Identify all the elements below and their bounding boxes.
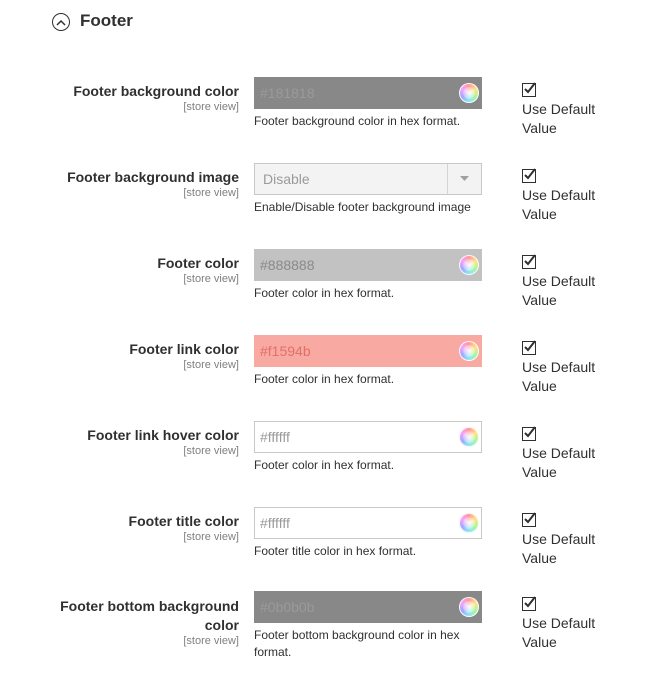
checkmark-icon: [524, 426, 536, 438]
use-default-checkbox[interactable]: [522, 512, 536, 527]
field-label: Footer link hover color: [87, 427, 239, 443]
use-default-label[interactable]: Use Default Value: [522, 186, 612, 224]
field-control: #f1594b Footer color in hex format.: [254, 335, 482, 388]
footer-link-color-input[interactable]: #f1594b: [254, 335, 482, 367]
input-value: #ffffff: [260, 429, 290, 445]
select-value: Disable: [263, 171, 310, 187]
color-picker-icon[interactable]: [459, 255, 479, 275]
field-control: #0b0b0b Footer bottom background color i…: [254, 591, 482, 661]
scope-label: [store view]: [183, 187, 239, 199]
use-default-group: Use Default Value: [522, 596, 622, 652]
color-picker-icon[interactable]: [459, 427, 479, 447]
field-control: #ffffff Footer title color in hex format…: [254, 507, 482, 560]
field-note: Enable/Disable footer background image: [254, 200, 471, 214]
field-note: Footer color in hex format.: [254, 458, 395, 472]
use-default-group: Use Default Value: [522, 254, 622, 310]
footer-background-color-input[interactable]: #181818: [254, 77, 482, 109]
field-label-group: Footer background color [store view]: [19, 82, 239, 113]
field-label: Footer link color: [129, 341, 239, 357]
use-default-checkbox[interactable]: [522, 82, 536, 97]
use-default-label[interactable]: Use Default Value: [522, 444, 612, 482]
footer-background-image-select[interactable]: Disable: [254, 163, 482, 195]
field-label-group: Footer background image [store view]: [19, 168, 239, 199]
input-value: #888888: [260, 257, 315, 273]
field-control: #181818 Footer background color in hex f…: [254, 77, 482, 130]
use-default-label[interactable]: Use Default Value: [522, 530, 612, 568]
use-default-checkbox[interactable]: [522, 596, 536, 611]
chevron-down-icon[interactable]: [447, 164, 481, 194]
use-default-label[interactable]: Use Default Value: [522, 358, 612, 396]
input-value: #f1594b: [260, 343, 311, 359]
use-default-group: Use Default Value: [522, 426, 622, 482]
field-label-group: Footer title color [store view]: [19, 512, 239, 543]
use-default-checkbox[interactable]: [522, 426, 536, 441]
field-label-group: Footer link hover color [store view]: [19, 426, 239, 457]
footer-color-input[interactable]: #888888: [254, 249, 482, 281]
use-default-checkbox[interactable]: [522, 168, 536, 183]
checkmark-icon: [524, 168, 536, 180]
footer-title-color-input[interactable]: #ffffff: [254, 507, 482, 539]
field-note: Footer color in hex format.: [254, 286, 395, 300]
scope-label: [store view]: [183, 445, 239, 457]
scope-label: [store view]: [183, 101, 239, 113]
use-default-label[interactable]: Use Default Value: [522, 272, 612, 310]
footer-bottom-background-color-input[interactable]: #0b0b0b: [254, 591, 482, 623]
chevron-up-icon[interactable]: [52, 13, 70, 31]
field-label: Footer background image: [67, 169, 239, 185]
use-default-label[interactable]: Use Default Value: [522, 614, 612, 652]
scope-label: [store view]: [183, 531, 239, 543]
scope-label: [store view]: [183, 635, 239, 647]
footer-section-header[interactable]: Footer: [52, 11, 133, 31]
color-picker-icon[interactable]: [459, 83, 479, 103]
field-label: Footer background color: [73, 83, 239, 99]
field-control: Disable Enable/Disable footer background…: [254, 163, 482, 216]
field-control: #888888 Footer color in hex format.: [254, 249, 482, 302]
scope-label: [store view]: [183, 273, 239, 285]
checkmark-icon: [524, 596, 536, 608]
checkmark-icon: [524, 512, 536, 524]
field-label-group: Footer color [store view]: [19, 254, 239, 285]
footer-link-hover-color-input[interactable]: #ffffff: [254, 421, 482, 453]
use-default-checkbox[interactable]: [522, 254, 536, 269]
field-note: Footer bottom background color in hex fo…: [254, 628, 460, 659]
use-default-group: Use Default Value: [522, 82, 622, 138]
use-default-group: Use Default Value: [522, 168, 622, 224]
color-picker-icon[interactable]: [459, 341, 479, 361]
color-picker-icon[interactable]: [459, 597, 479, 617]
field-note: Footer background color in hex format.: [254, 114, 461, 128]
section-title: Footer: [80, 11, 133, 30]
checkmark-icon: [524, 254, 536, 266]
use-default-group: Use Default Value: [522, 512, 622, 568]
checkmark-icon: [524, 82, 536, 94]
field-control: #ffffff Footer color in hex format.: [254, 421, 482, 474]
field-label: Footer color: [157, 255, 239, 271]
checkmark-icon: [524, 340, 536, 352]
input-value: #181818: [260, 85, 315, 101]
field-label: Footer title color: [128, 513, 239, 529]
input-value: #0b0b0b: [260, 599, 315, 615]
use-default-checkbox[interactable]: [522, 340, 536, 355]
field-note: Footer color in hex format.: [254, 372, 395, 386]
use-default-group: Use Default Value: [522, 340, 622, 396]
field-label: Footer bottom background color: [60, 598, 239, 633]
field-note: Footer title color in hex format.: [254, 544, 417, 558]
input-value: #ffffff: [260, 515, 290, 531]
scope-label: [store view]: [183, 359, 239, 371]
field-label-group: Footer bottom background color [store vi…: [49, 597, 239, 647]
color-picker-icon[interactable]: [459, 513, 479, 533]
use-default-label[interactable]: Use Default Value: [522, 100, 612, 138]
field-label-group: Footer link color [store view]: [19, 340, 239, 371]
